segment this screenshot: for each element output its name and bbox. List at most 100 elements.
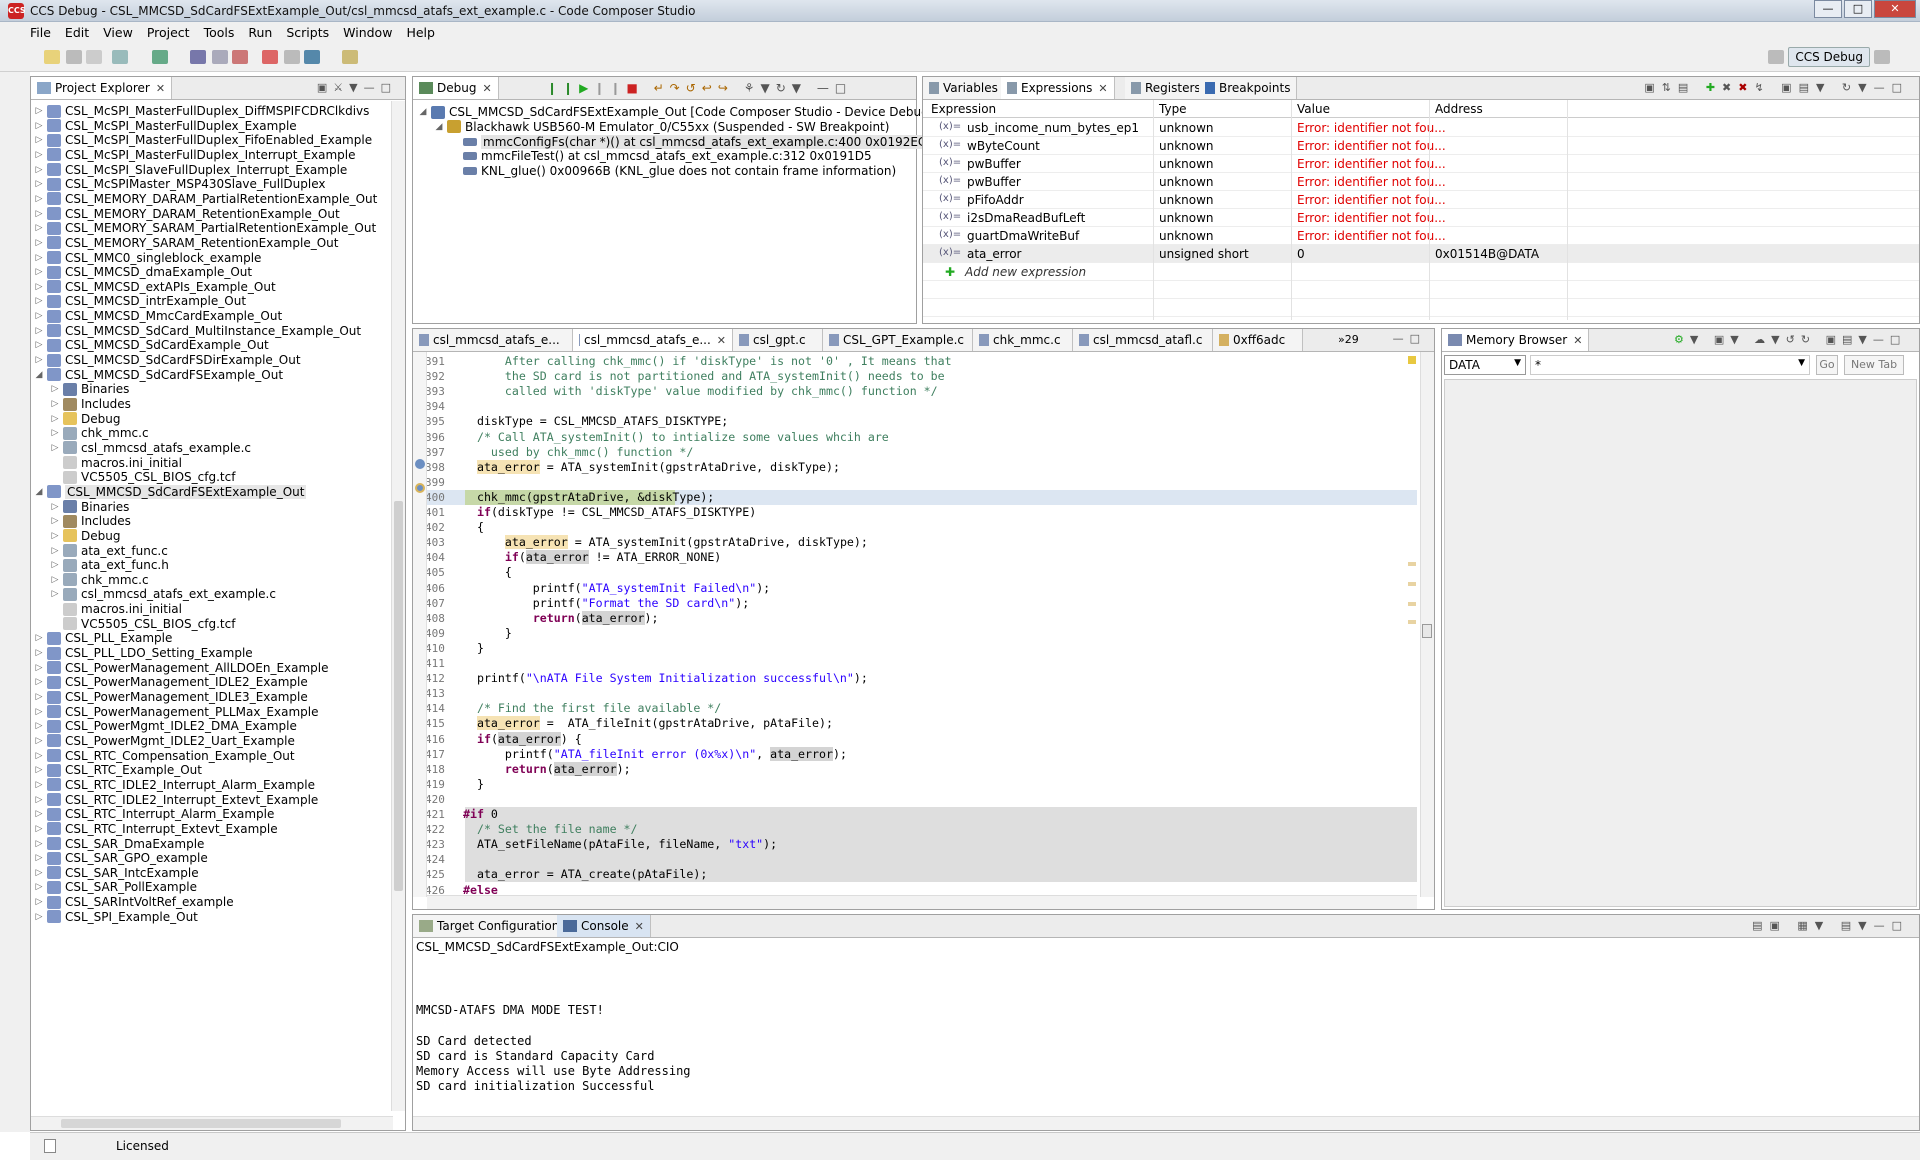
code-line[interactable]: After calling chk_mmc() if 'diskType' is… (463, 354, 952, 369)
expand-icon[interactable]: ▷ (33, 311, 45, 321)
scroll-thumb[interactable] (394, 501, 403, 891)
expression-value[interactable]: Error: identifier not fou... (1297, 139, 1446, 153)
skip-breakpoints-icon[interactable] (284, 50, 300, 64)
expand-icon[interactable]: ▷ (33, 839, 45, 849)
breakpoint-icon[interactable] (262, 50, 278, 64)
code-line[interactable]: printf("ATA_fileInit error (0x%x)\n", at… (463, 746, 847, 762)
menu-file[interactable]: File (30, 25, 51, 40)
editor-tab[interactable]: csl_gpt.c (733, 329, 823, 351)
code-line[interactable]: printf("Format the SD card\n"); (463, 596, 749, 611)
expand-icon[interactable]: ▷ (49, 531, 61, 541)
close-icon[interactable]: ✕ (1573, 334, 1582, 347)
expression-value[interactable]: Error: identifier not fou... (1297, 193, 1446, 207)
expand-icon[interactable]: ▷ (33, 267, 45, 277)
code-line[interactable]: ata_error = ATA_systemInit(gpstrAtaDrive… (463, 459, 840, 475)
expand-icon[interactable]: ▷ (33, 106, 45, 116)
expand-icon[interactable]: ▷ (33, 282, 45, 292)
menu-window[interactable]: Window (343, 25, 392, 40)
code-line[interactable]: used by chk_mmc() function */ (463, 445, 693, 460)
expand-icon[interactable]: ▷ (33, 912, 45, 922)
save-icon[interactable] (66, 50, 82, 64)
connect-icon[interactable] (212, 50, 228, 64)
menu-view[interactable]: View (103, 25, 133, 40)
ccs-debug-perspective-button[interactable]: CCS Debug (1788, 47, 1870, 67)
project-tree-item[interactable]: ▷ CSL_SPI_Example_Out (33, 908, 198, 926)
project-tree-hscroll[interactable] (31, 1116, 393, 1130)
expand-icon[interactable]: ▷ (33, 882, 45, 892)
tab-expressions[interactable]: Expressions ✕ (1001, 77, 1115, 99)
expression-value[interactable]: Error: identifier not fou... (1297, 121, 1446, 135)
new-icon[interactable] (44, 50, 60, 64)
collapse-icon[interactable]: ◢ (33, 370, 45, 380)
code-line[interactable]: diskType = CSL_MMCSD_ATAFS_DISKTYPE; (463, 414, 728, 429)
memory-toolbar[interactable]: ⚙▼ ▣▼ ☁▼↺↻ ▣▤▼—□ (1674, 333, 1906, 346)
expand-icon[interactable]: ▷ (33, 809, 45, 819)
code-line[interactable]: } (463, 626, 512, 641)
expand-icon[interactable]: ▷ (33, 150, 45, 160)
code-line[interactable]: if(ata_error) { (463, 731, 582, 747)
editor-tab[interactable]: csl_mmcsd_atafs_e... ✕ (573, 329, 733, 351)
collapse-icon[interactable]: ◢ (417, 107, 429, 117)
close-icon[interactable]: ✕ (482, 82, 491, 95)
code-line[interactable]: { (463, 520, 484, 535)
fast-view-icon[interactable] (44, 1139, 56, 1153)
instruction-pointer-icon[interactable] (415, 483, 425, 493)
expression-row[interactable]: (x)= pFifoAddr unknown Error: identifier no… (923, 191, 1919, 209)
memory-address-input[interactable]: * ▼ (1530, 355, 1810, 375)
reset-icon[interactable] (232, 50, 248, 64)
expand-icon[interactable]: ▷ (49, 502, 61, 512)
save-all-icon[interactable] (86, 50, 102, 64)
code-line[interactable]: ata_error = ATA_systemInit(gpstrAtaDrive… (463, 535, 868, 550)
tab-registers[interactable]: Registers (1125, 77, 1208, 99)
expand-icon[interactable]: ▷ (33, 663, 45, 673)
new-tab-button[interactable]: New Tab (1844, 355, 1904, 375)
expand-icon[interactable]: ▷ (33, 209, 45, 219)
code-line[interactable]: printf("\nATA File System Initialization… (463, 671, 868, 686)
expression-row[interactable]: (x)= pwBuffer unknown Error: identifier not… (923, 155, 1919, 173)
memory-page-select[interactable]: DATA ▼ (1444, 355, 1526, 375)
expressions-toolbar[interactable]: ▣⇅▤ ✚✖✖↯ ▣▤▼ ↻▼—□ (1644, 81, 1909, 94)
expand-icon[interactable]: ▷ (33, 355, 45, 365)
expand-icon[interactable]: ▷ (33, 326, 45, 336)
expression-value[interactable]: Error: identifier not fou... (1297, 175, 1446, 189)
expand-icon[interactable]: ▷ (33, 238, 45, 248)
editor-tab[interactable]: chk_mmc.c (973, 329, 1073, 351)
close-window-button[interactable]: ✕ (1874, 0, 1916, 18)
expression-value[interactable]: 0 (1297, 247, 1305, 261)
expand-icon[interactable]: ▷ (33, 648, 45, 658)
collapse-icon[interactable]: ◢ (33, 487, 45, 497)
expand-icon[interactable]: ▷ (33, 780, 45, 790)
expand-icon[interactable]: ▷ (49, 589, 61, 599)
col-value[interactable]: Value (1297, 102, 1330, 116)
view-menu-icons[interactable]: ▣⚔▼—□ (317, 81, 397, 94)
expand-icon[interactable]: ▷ (33, 692, 45, 702)
expand-icon[interactable]: ▷ (49, 560, 61, 570)
code-line[interactable]: ATA_setFileName(pAtaFile, fileName, "txt… (463, 837, 777, 852)
console-output[interactable]: MMCSD-ATAFS DMA MODE TEST! SD Card detect… (413, 957, 1919, 1107)
tab-project-explorer[interactable]: Project Explorer ✕ (31, 77, 173, 99)
expand-icon[interactable]: ▷ (33, 707, 45, 717)
expand-icon[interactable]: ▷ (33, 633, 45, 643)
expand-icon[interactable]: ▷ (33, 751, 45, 761)
menu-project[interactable]: Project (147, 25, 190, 40)
expression-value[interactable]: Error: identifier not fou... (1297, 157, 1446, 171)
expand-icon[interactable]: ▷ (33, 824, 45, 834)
editor-vscroll[interactable] (1420, 352, 1434, 897)
expand-icon[interactable]: ▷ (33, 121, 45, 131)
expression-row[interactable]: (x)= i2sDmaReadBufLeft unknown Error: ident… (923, 209, 1919, 227)
expand-icon[interactable]: ▷ (49, 546, 61, 556)
code-line[interactable]: return(ata_error); (463, 761, 631, 777)
expression-value[interactable]: Error: identifier not fou... (1297, 211, 1446, 225)
breakpoint-marker-icon[interactable] (415, 459, 425, 469)
tab-breakpoints[interactable]: Breakpoints (1199, 77, 1298, 99)
project-tree-scrollbar[interactable] (391, 101, 405, 1111)
close-icon[interactable]: ✕ (156, 82, 165, 95)
tab-variables[interactable]: Variables (923, 77, 1005, 99)
code-area[interactable]: 391 After calling chk_mmc() if 'diskType… (427, 354, 1417, 897)
tab-target-configurations[interactable]: Target Configurations (413, 915, 573, 937)
code-line[interactable]: ata_error = ATA_fileInit(gpstrAtaDrive, … (463, 716, 833, 731)
editor-tab[interactable]: 0xff6adc (1213, 329, 1303, 351)
code-line[interactable]: if(diskType != CSL_MMCSD_ATAFS_DISKTYPE) (463, 505, 756, 520)
debug-icon[interactable] (190, 50, 206, 64)
code-line[interactable]: return(ata_error); (463, 610, 658, 626)
